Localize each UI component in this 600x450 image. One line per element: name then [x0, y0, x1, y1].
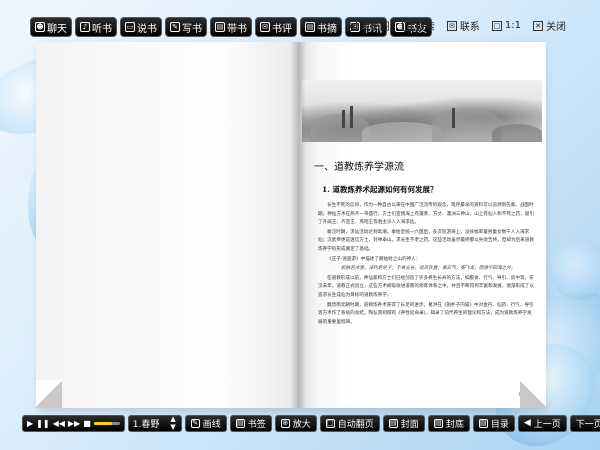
bookmark-button[interactable]: ▤ 书签 — [229, 414, 272, 432]
front-cover-icon: ▤ — [388, 418, 398, 428]
volume-level — [93, 421, 112, 425]
back-cover-icon: ▤ — [433, 418, 443, 428]
page-curl-left[interactable] — [36, 380, 62, 408]
front-cover-label: 封面 — [400, 419, 419, 430]
chevron-down-icon: ▲ ▼ — [170, 415, 176, 431]
auto-flip-button[interactable]: □ 自动翻页 — [319, 414, 380, 432]
draw-line-label: 画线 — [202, 419, 221, 430]
search-icon: ✓ — [401, 20, 412, 31]
next-page-button[interactable]: 下一页▶ — [569, 414, 600, 432]
contents-icon: ▤ — [478, 418, 488, 428]
next-track-icon[interactable]: ▶▶ — [68, 419, 80, 428]
back-cover-label: 封底 — [445, 419, 464, 430]
listen-button[interactable]: ♪ 听书 — [75, 17, 117, 37]
review-label: 书评 — [272, 23, 292, 35]
bookmark-icon: ▤ — [235, 418, 245, 428]
paragraph: 魏晋南北朝时期，道教炼养术获得了长足的进步。葛洪在《抱朴子内篇》中对金丹、仙药、… — [318, 302, 534, 325]
contact-button[interactable]: ✉ 联系 — [446, 18, 480, 33]
track-select[interactable]: 1.春野 ▲ ▼ — [127, 414, 182, 432]
review-button[interactable]: ✉ 书评 — [255, 17, 297, 37]
search-button[interactable]: ✓ 搜索 — [401, 18, 435, 33]
speak-icon: ▭ — [125, 22, 135, 32]
bottom-toolbar: ▶ ❚❚ ◀◀ ▶▶ ■ 1.春野 ▲ ▼ ✎ 画线 ▤ 书签 ⊕ 放大 □ 自动翻页 ▤… — [22, 414, 600, 432]
contact-label: 联系 — [459, 22, 480, 33]
volume-slider[interactable] — [93, 421, 120, 425]
back-cover-button[interactable]: ▤ 封底 — [427, 414, 470, 432]
close-icon: ✕ — [533, 20, 543, 31]
close-label: 关闭 — [546, 22, 566, 33]
bookmark-label: 书签 — [247, 419, 266, 430]
write-button[interactable]: ✎ 写书 — [165, 17, 207, 37]
next-page-label: 下一页 — [575, 419, 600, 430]
paragraph: 在道教形成以前，神仙家和方士们已经创造了许多养生长寿的方法，如服食、行气、导引、… — [318, 275, 534, 298]
play-icon[interactable]: ▶ — [27, 419, 33, 428]
stop-icon[interactable]: ■ — [83, 419, 91, 428]
previous-page-button[interactable]: ◀ 上一页 — [517, 414, 567, 432]
auto-flip-icon: □ — [325, 418, 335, 428]
draw-line-button[interactable]: ✎ 画线 — [184, 414, 227, 432]
contents-button[interactable]: ▤ 目录 — [472, 414, 515, 432]
landscape-illustration — [302, 80, 542, 142]
mail-icon: ✉ — [446, 20, 457, 31]
previous-track-icon[interactable]: ◀◀ — [53, 419, 65, 428]
excerpt-icon: ▤ — [305, 22, 315, 32]
paragraph: 《庄子·逍遥游》中描述了藐姑射之山的神人： — [327, 256, 421, 262]
auto-flip-label: 自动翻页 — [337, 419, 374, 430]
flower-decoration — [550, 240, 600, 300]
zoom-in-button[interactable]: ⊕ 放大 — [274, 414, 317, 432]
speak-button[interactable]: ▭ 说书 — [120, 17, 162, 37]
music-player: ▶ ❚❚ ◀◀ ▶▶ ■ — [22, 414, 125, 432]
chat-icon: ☻ — [35, 22, 45, 32]
draw-line-icon: ✎ — [190, 418, 200, 428]
pen-icon: ✎ — [170, 22, 180, 32]
book-gutter — [290, 42, 306, 408]
speak-label: 说书 — [137, 23, 157, 35]
section-title: 1. 道教炼养术起源如何有何发展？ — [322, 185, 438, 194]
prev-page-icon: ◀ — [523, 418, 531, 428]
review-icon: ✉ — [260, 22, 270, 32]
previous-page-label: 上一页 — [533, 419, 561, 430]
carry-book-icon: ▤ — [215, 22, 225, 32]
zoom-in-label: 放大 — [292, 419, 311, 430]
front-cover-button[interactable]: ▤ 封面 — [382, 414, 425, 432]
top-right-menu: ▣ 藏书阁 ✓ 搜索 ✉ 联系 □ 1:1 ✕ 关闭 — [346, 18, 566, 33]
page-body-text: 长生不死的信仰，作为一种自古以来在中国广泛流传的观念，现存最早的资料可以追溯到先… — [318, 202, 534, 328]
excerpt-button[interactable]: ▤ 书摘 — [300, 17, 342, 37]
right-page[interactable]: 一、道教炼养学源流 1. 道教炼养术起源如何有何发展？ 长生不死的信仰，作为一种… — [298, 42, 546, 408]
paragraph: 秦汉时期，求仙活动达到高潮。秦始皇统一六国后，多次巡游海上，派徐福率童男童女数千… — [318, 229, 534, 252]
track-name: 1.春野 — [132, 419, 160, 430]
zoom-actual-button[interactable]: □ 1:1 — [491, 20, 521, 31]
excerpt-label: 书摘 — [317, 23, 337, 35]
chat-label: 聊天 — [47, 23, 67, 35]
page-curl-right[interactable] — [520, 380, 546, 408]
zoom-icon: □ — [491, 20, 502, 31]
zoom-label: 1:1 — [504, 20, 521, 31]
paragraph: 长生不死的信仰，作为一种自古以来在中国广泛流传的观念，现存最早的资料可以追溯到先… — [318, 203, 534, 226]
listen-icon: ♪ — [80, 22, 90, 32]
bookshelf-button[interactable]: ▣ 藏书阁 — [346, 18, 390, 33]
left-page[interactable] — [36, 42, 298, 408]
contents-label: 目录 — [490, 419, 509, 430]
write-label: 写书 — [182, 23, 202, 35]
bookshelf-label: 藏书阁 — [359, 22, 390, 33]
pause-icon[interactable]: ❚❚ — [36, 419, 49, 428]
listen-label: 听书 — [92, 23, 112, 35]
bookshelf-icon: ▣ — [346, 20, 357, 31]
quote-paragraph: 肌肤若冰雪，淖约若处子；不食五谷，吸风饮露；乘云气，御飞龙，而游乎四海之外。 — [341, 266, 516, 272]
carry-book-button[interactable]: ▤ 带书 — [210, 17, 252, 37]
chapter-title: 一、道教炼养学源流 — [314, 162, 404, 173]
search-label: 搜索 — [414, 22, 435, 33]
close-button[interactable]: ✕ 关闭 — [533, 18, 566, 33]
zoom-in-icon: ⊕ — [280, 418, 290, 428]
chat-button[interactable]: ☻ 聊天 — [30, 17, 72, 37]
carry-book-label: 带书 — [227, 23, 247, 35]
